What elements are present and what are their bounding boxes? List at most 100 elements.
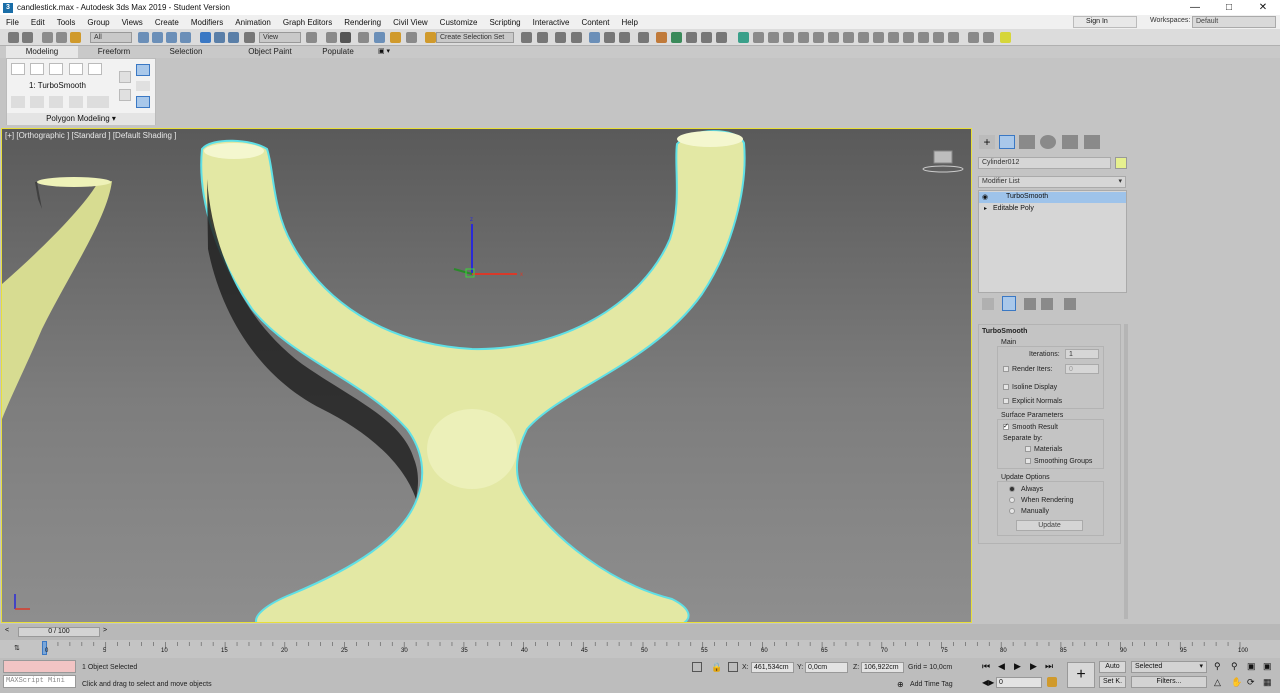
tab-modeling[interactable]: Modeling [6,46,78,58]
show-end-result-icon[interactable] [119,71,131,83]
next-frame-icon[interactable]: > [103,627,107,634]
time-slider-thumb[interactable]: 0 / 100 [18,627,100,637]
undo-icon[interactable] [8,32,19,43]
auto-key-button[interactable]: Auto [1099,661,1126,673]
select-object-icon[interactable] [138,32,149,43]
lock-icon[interactable]: 🔒 [711,662,722,673]
set-key-button[interactable]: + [1067,662,1095,688]
object-name-field[interactable]: Cylinder012 [978,157,1111,169]
menu-rendering[interactable]: Rendering [338,18,387,27]
isolate-selection-icon[interactable] [692,662,702,672]
select-and-scale-icon[interactable] [228,32,239,43]
ribbon-toggle-icon[interactable] [589,32,600,43]
workspaces-dropdown[interactable]: Default [1192,16,1276,28]
maximize-viewport-icon[interactable]: ▦ [1263,677,1272,688]
menu-file[interactable]: File [0,18,25,27]
rollout-title[interactable]: TurboSmooth [982,328,1027,335]
bind-space-warp-icon[interactable] [70,32,81,43]
display-panel-tab[interactable] [1062,135,1078,149]
systems-icon[interactable] [828,32,839,43]
absolute-mode-icon[interactable] [728,662,738,672]
zoom-all-icon[interactable]: ⚲ [1231,661,1238,672]
remove-modifier-icon[interactable] [136,81,150,91]
stack-item-editable-poly[interactable]: ▸ Editable Poly [979,204,1126,215]
menu-edit[interactable]: Edit [25,18,51,27]
pin-stack-icon[interactable] [982,298,994,310]
layer-explorer-icon[interactable] [571,32,582,43]
eye-icon[interactable]: ◉ [982,193,988,201]
isoline-display-checkbox[interactable] [1003,384,1009,390]
curve-editor-icon[interactable] [604,32,615,43]
unlink-icon[interactable] [56,32,67,43]
rectangular-selection-icon[interactable] [166,32,177,43]
go-to-end-icon[interactable]: ⏭ [1045,661,1053,672]
explicit-normals-checkbox[interactable] [1003,398,1009,404]
update-button[interactable]: Update [1016,520,1083,531]
conform-icon[interactable] [948,32,959,43]
render-iters-checkbox[interactable] [1003,366,1009,372]
percent-snap-icon[interactable] [390,32,401,43]
menu-animation[interactable]: Animation [229,18,277,27]
window-crossing-icon[interactable] [180,32,191,43]
render-iters-spinner[interactable]: 0 [1065,364,1099,374]
polygon-icon[interactable] [69,63,83,75]
tab-object-paint[interactable]: Object Paint [222,46,318,58]
align-icon[interactable] [537,32,548,43]
select-and-place-icon[interactable] [244,32,255,43]
material-editor-icon[interactable] [638,32,649,43]
space-warps-icon[interactable] [813,32,824,43]
prev-frame-icon[interactable]: < [5,627,9,634]
when-rendering-radio[interactable] [1009,497,1015,503]
extrude-icon[interactable] [858,32,869,43]
render-setup-icon[interactable] [656,32,667,43]
filters-button[interactable]: Filters... [1131,676,1207,688]
show-end-result-icon[interactable] [1002,296,1016,311]
create-panel-tab[interactable]: + [979,135,995,149]
menu-help[interactable]: Help [616,18,644,27]
reference-coordinate-dropdown[interactable]: View [259,32,301,43]
menu-civil-view[interactable]: Civil View [387,18,434,27]
modifier-list-dropdown[interactable]: Modifier List ▾ [978,176,1126,188]
create-shapes-icon[interactable] [753,32,764,43]
polygon-modeling-dropdown[interactable]: Polygon Modeling ▾ [7,113,155,125]
time-configuration-icon[interactable] [1047,677,1057,687]
scene-explorer-icon[interactable] [555,32,566,43]
selection-filter-dropdown[interactable]: All [90,32,132,43]
lathe-icon[interactable] [873,32,884,43]
always-radio[interactable] [1009,486,1015,492]
viewport-orthographic[interactable]: z x [+] [Orthographic ] [Standard ] [Def… [1,128,972,623]
named-selection-dropdown[interactable]: Create Selection Set [436,32,514,43]
link-icon[interactable] [42,32,53,43]
orbit-icon[interactable]: ⟳ [1247,677,1255,688]
set-key-mode-button[interactable]: Set K. [1099,676,1126,688]
key-filter-dropdown[interactable]: Selected ▾ [1131,661,1207,673]
menu-group[interactable]: Group [81,18,115,27]
zoom-extents-all-icon[interactable]: ▣ [1263,661,1272,672]
manually-radio[interactable] [1009,508,1015,514]
scatter-icon[interactable] [933,32,944,43]
keyboard-shortcut-icon[interactable] [340,32,351,43]
loft-icon[interactable] [903,32,914,43]
select-by-name-icon[interactable] [152,32,163,43]
menu-graph-editors[interactable]: Graph Editors [277,18,338,27]
object-color-swatch[interactable] [1115,157,1127,169]
align-to-view-icon[interactable] [983,32,994,43]
track-bar[interactable]: ⇅ 0 5 10 15 20 25 30 35 40 45 50 55 60 6… [0,640,1280,658]
menu-scripting[interactable]: Scripting [483,18,526,27]
maximize-button[interactable]: □ [1212,0,1246,15]
grid-object-icon[interactable] [968,32,979,43]
close-button[interactable]: ✕ [1246,0,1280,15]
zoom-icon[interactable]: ⚲ [1214,661,1221,672]
use-soft-selection-icon[interactable] [136,96,150,108]
pivot-center-icon[interactable] [306,32,317,43]
menu-create[interactable]: Create [149,18,185,27]
spinner-snap-icon[interactable] [406,32,417,43]
create-cameras-icon[interactable] [783,32,794,43]
key-mode-icon[interactable]: ◀▶ [982,678,994,687]
menu-modifiers[interactable]: Modifiers [185,18,229,27]
remove-modifier-icon[interactable] [1041,298,1053,310]
utilities-panel-tab[interactable] [1084,135,1100,149]
sweep-icon[interactable] [888,32,899,43]
manipulate-icon[interactable] [326,32,337,43]
menu-views[interactable]: Views [116,18,149,27]
